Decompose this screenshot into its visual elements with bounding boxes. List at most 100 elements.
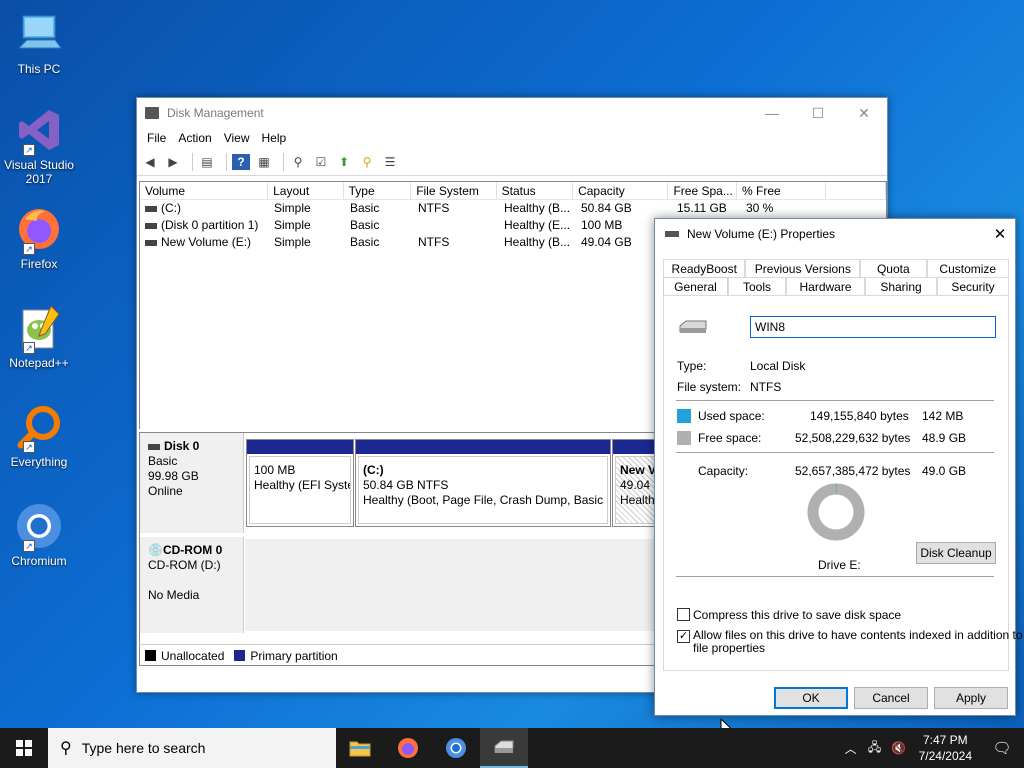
tab-customize[interactable]: Customize	[926, 259, 1009, 277]
table-row[interactable]: (C:) Simple Basic NTFS Healthy (B... 50.…	[140, 200, 886, 217]
volume-name-input[interactable]: WIN8	[750, 316, 996, 338]
list-view-icon[interactable]: ☰	[381, 154, 399, 170]
maximize-button[interactable]: ☐	[795, 98, 841, 128]
column-header-filesystem[interactable]: File System	[411, 182, 497, 199]
partition-status: Healthy (EFI Syste	[254, 478, 351, 492]
used-space-size: 142 MB	[922, 409, 964, 423]
help-icon[interactable]: ?	[232, 153, 250, 170]
desktop-icon-label: Everything	[10, 455, 68, 469]
close-button[interactable]: ✕	[841, 98, 887, 128]
tab-quota[interactable]: Quota	[860, 259, 927, 277]
column-header-type[interactable]: Type	[344, 182, 412, 199]
dialog-close-button[interactable]: ✕	[985, 225, 1015, 243]
notification-center-icon[interactable]: 🗨	[980, 739, 1024, 757]
disk-icon	[148, 443, 160, 450]
column-header-status[interactable]: Status	[497, 182, 574, 199]
cdrom-media: No Media	[148, 588, 200, 602]
chevron-up-icon[interactable]: ︿	[839, 740, 863, 757]
menu-action[interactable]: Action	[172, 131, 217, 145]
general-tab-panel: WIN8 Type: Local Disk File system: NTFS …	[663, 295, 1023, 671]
column-header-layout[interactable]: Layout	[268, 182, 344, 199]
partition-size: 50.84 GB NTFS	[363, 478, 449, 492]
column-header-percent-free[interactable]: % Free	[737, 182, 827, 199]
desktop-icon-notepadpp[interactable]: ↗ Notepad++	[4, 304, 74, 370]
desktop-icon-label: Visual Studio 2017	[4, 158, 74, 186]
cell-layout: Simple	[274, 218, 311, 232]
network-icon[interactable]: 🖧	[863, 738, 887, 759]
cell-filesystem: NTFS	[418, 201, 450, 215]
partition-c[interactable]: (C:) 50.84 GB NTFS Healthy (Boot, Page F…	[355, 439, 611, 527]
taskbar-file-explorer[interactable]	[336, 728, 384, 768]
apply-button[interactable]: Apply	[934, 687, 1008, 709]
cdrom-type: CD-ROM (D:)	[148, 558, 221, 572]
cell-free-space: 15.11 GB	[677, 201, 727, 215]
tab-sharing[interactable]: Sharing	[865, 277, 937, 295]
partition-status: Healthy	[620, 493, 655, 507]
filesystem-label: File system:	[677, 380, 742, 394]
back-arrow-icon[interactable]: ◀	[141, 154, 159, 170]
volume-list-header: Volume Layout Type File System Status Ca…	[140, 182, 886, 200]
search-folder-icon[interactable]: ⚲	[358, 154, 376, 170]
column-header-free-space[interactable]: Free Spa...	[668, 182, 737, 199]
menu-file[interactable]: File	[141, 131, 172, 145]
window-title: Disk Management	[167, 106, 264, 120]
volume-muted-icon[interactable]: 🔇	[887, 741, 911, 755]
cancel-button[interactable]: Cancel	[854, 687, 928, 709]
disk-0-label[interactable]: Disk 0 Basic 99.98 GB Online	[140, 433, 244, 533]
menu-view[interactable]: View	[218, 131, 256, 145]
free-space-swatch	[677, 431, 691, 445]
ok-button[interactable]: OK	[774, 687, 848, 709]
search-placeholder: Type here to search	[81, 740, 206, 756]
partition-efi[interactable]: 100 MB Healthy (EFI Syste	[246, 439, 354, 527]
column-header-capacity[interactable]: Capacity	[573, 182, 669, 199]
start-button[interactable]	[0, 728, 48, 768]
desktop-icon-visual-studio[interactable]: ↗ Visual Studio 2017	[4, 106, 74, 186]
desktop-icon-everything[interactable]: ↗ Everything	[4, 403, 74, 469]
tab-tools[interactable]: Tools	[728, 277, 786, 295]
cdrom-icon: 💿	[148, 543, 163, 557]
cell-status: Healthy (B...	[504, 201, 571, 215]
menu-help[interactable]: Help	[256, 131, 293, 145]
computer-icon	[15, 10, 63, 58]
forward-arrow-icon[interactable]: ▶	[164, 154, 182, 170]
disk-cleanup-button[interactable]: Disk Cleanup	[916, 542, 996, 564]
desktop-icon-chromium[interactable]: ↗ Chromium	[4, 502, 74, 568]
taskbar-search-box[interactable]: ⚲ Type here to search	[48, 728, 336, 768]
dialog-title-bar[interactable]: New Volume (E:) Properties ✕	[655, 219, 1015, 249]
show-hide-pane-icon[interactable]: ▤	[198, 154, 216, 170]
cell-filesystem: NTFS	[418, 235, 450, 249]
taskbar-firefox[interactable]	[384, 728, 432, 768]
clock[interactable]: 7:47 PM 7/24/2024	[911, 732, 980, 764]
taskbar-chromium[interactable]	[432, 728, 480, 768]
properties-icon[interactable]: ▦	[255, 154, 273, 170]
index-checkbox[interactable]: ✓	[677, 630, 690, 643]
partition-e[interactable]: New V 49.04 G Healthy	[612, 439, 658, 527]
tab-hardware[interactable]: Hardware	[786, 277, 865, 295]
capacity-size: 49.0 GB	[922, 464, 967, 478]
taskbar-disk-management[interactable]	[480, 728, 528, 768]
index-label-line-2: file properties	[693, 641, 766, 655]
cell-type: Basic	[350, 218, 380, 232]
desktop-icon-this-pc[interactable]: This PC	[4, 10, 74, 76]
upload-icon[interactable]: ⬆	[335, 154, 353, 170]
checklist-icon[interactable]: ☑	[312, 154, 330, 170]
tab-security[interactable]: Security	[937, 277, 1009, 295]
column-header-volume[interactable]: Volume	[140, 182, 269, 199]
connect-icon[interactable]: ⚲	[289, 154, 307, 170]
desktop-icon-label: This PC	[17, 62, 61, 76]
desktop-icon-label: Chromium	[11, 554, 67, 568]
tab-previous-versions[interactable]: Previous Versions	[745, 259, 861, 277]
partition-status: Healthy (Boot, Page File, Crash Dump, Ba…	[363, 493, 608, 507]
desktop-icon-firefox[interactable]: ↗ Firefox	[4, 205, 74, 271]
title-bar[interactable]: Disk Management — ☐ ✕	[137, 98, 887, 128]
drive-icon	[145, 222, 157, 229]
hard-drive-icon	[678, 320, 708, 337]
cdrom-0-label[interactable]: 💿CD-ROM 0 CD-ROM (D:) No Media	[140, 537, 244, 633]
chromium-icon	[446, 738, 466, 758]
compress-checkbox[interactable]	[677, 608, 690, 621]
menu-bar: File Action View Help	[137, 128, 887, 148]
column-header-blank	[826, 182, 886, 199]
minimize-button[interactable]: —	[749, 98, 795, 128]
tab-general[interactable]: General	[663, 277, 728, 295]
tab-readyboost[interactable]: ReadyBoost	[663, 259, 746, 277]
